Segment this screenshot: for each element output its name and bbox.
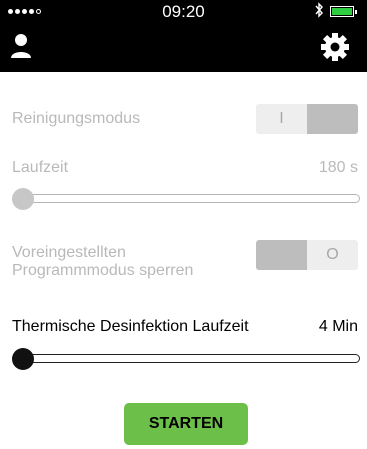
toggle-on-segment[interactable]: I [256, 104, 307, 134]
user-icon[interactable] [8, 32, 34, 60]
lock-program-mode-label: Voreingestellten Programmmodus sperren [12, 244, 193, 280]
nav-bar [0, 24, 367, 72]
battery-icon [330, 6, 357, 17]
runtime-value: 180 s [318, 159, 358, 176]
thermal-disinfection-label: Thermische Desinfektion Laufzeit [12, 318, 249, 335]
cleaning-mode-label: Reinigungsmodus [12, 110, 141, 127]
status-bar: 09:20 [0, 0, 367, 24]
toggle-off-segment[interactable]: O [307, 240, 358, 270]
runtime-label: Laufzeit [12, 159, 69, 176]
runtime-slider-track[interactable] [22, 194, 360, 203]
thermal-slider-thumb[interactable] [12, 348, 34, 370]
gear-icon[interactable] [320, 32, 350, 62]
start-button[interactable]: STARTEN [124, 403, 248, 445]
thermal-disinfection-value: 4 Min [318, 318, 358, 335]
thermal-slider-track[interactable] [22, 354, 360, 363]
lock-label-line1: Voreingestellten [12, 244, 126, 261]
runtime-slider-thumb[interactable] [12, 188, 34, 210]
toggle-selected-segment[interactable] [256, 240, 307, 270]
toggle-selected-segment[interactable] [307, 104, 358, 134]
bluetooth-icon [315, 2, 323, 18]
status-time: 09:20 [162, 2, 205, 21]
lock-program-mode-toggle[interactable]: O [256, 240, 358, 270]
lock-label-line2: Programmmodus sperren [12, 262, 194, 279]
cleaning-mode-toggle[interactable]: I [256, 104, 358, 134]
